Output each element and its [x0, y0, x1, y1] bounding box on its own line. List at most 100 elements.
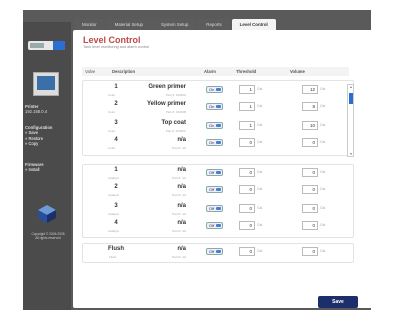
- tab-reports[interactable]: Reports: [198, 19, 230, 30]
- volume-input[interactable]: 8: [302, 102, 318, 111]
- alarm-select[interactable]: Off: [206, 169, 223, 176]
- volume-input[interactable]: 0: [302, 247, 318, 256]
- threshold-input[interactable]: 0: [239, 221, 255, 230]
- tab-monitor[interactable]: Monitor: [74, 19, 105, 30]
- material-name: n/a: [177, 167, 186, 173]
- cube-logo-icon: [38, 205, 56, 223]
- material-name: n/a: [177, 203, 186, 209]
- table-row: 4 Color n/a Part #: n/a On 0 Gal 0 Gal: [82, 137, 354, 154]
- page: Printer 192.168.0.4 Configuration » Save…: [0, 0, 396, 316]
- valve-type: Catalyst: [108, 212, 119, 216]
- tab-level-control[interactable]: Level Control: [231, 19, 276, 30]
- valve-number: 2: [114, 184, 118, 190]
- threshold-input[interactable]: 0: [239, 204, 255, 213]
- material-name: n/a: [177, 184, 186, 190]
- alarm-select[interactable]: On: [206, 86, 223, 93]
- firmware-install-link[interactable]: » Install: [25, 167, 44, 172]
- threshold-input[interactable]: 1: [239, 85, 255, 94]
- valve-number: Flush: [108, 246, 124, 252]
- alarm-select[interactable]: Off: [206, 205, 223, 212]
- page-title: Level Control: [83, 35, 141, 45]
- valve-type: Catalyst: [108, 229, 119, 233]
- volume-unit: Gal: [320, 206, 326, 210]
- material-name: n/a: [177, 246, 186, 252]
- threshold-unit: Gal: [257, 123, 263, 127]
- page-subtitle: Tank level monitoring and alarm control: [83, 45, 150, 49]
- part-number: Part #: 10345B: [165, 110, 186, 114]
- volume-input[interactable]: 0: [302, 221, 318, 230]
- table-row: 3 Color Top coat Part #: 10345C On 1 Gal…: [82, 120, 354, 137]
- volume-unit: Gal: [320, 140, 326, 144]
- threshold-unit: Gal: [257, 87, 263, 91]
- volume-input[interactable]: 0: [302, 185, 318, 194]
- valve-type: Color: [108, 129, 116, 133]
- volume-input[interactable]: 10: [302, 121, 318, 130]
- alarm-value: On: [209, 104, 215, 109]
- material-name: Green primer: [148, 84, 186, 90]
- part-number: Part #: n/a: [172, 212, 186, 216]
- material-name: Top coat: [161, 120, 186, 126]
- alarm-value: Off: [209, 249, 215, 254]
- threshold-input[interactable]: 0: [239, 168, 255, 177]
- part-number: Part #: n/a: [172, 193, 186, 197]
- part-number: Part #: n/a: [172, 176, 186, 180]
- threshold-unit: Gal: [257, 249, 263, 253]
- header-alarm: Alarm: [204, 69, 216, 74]
- save-button[interactable]: Save: [318, 296, 358, 308]
- part-number: Part #: n/a: [172, 146, 186, 150]
- alarm-select[interactable]: Off: [206, 248, 223, 255]
- threshold-input[interactable]: 1: [239, 121, 255, 130]
- alarm-select[interactable]: Off: [206, 186, 223, 193]
- valve-type: Flush: [109, 255, 117, 259]
- alarm-select[interactable]: On: [206, 139, 223, 146]
- tab-material-setup[interactable]: Material Setup: [106, 19, 151, 30]
- volume-unit: Gal: [320, 104, 326, 108]
- volume-input[interactable]: 12: [302, 85, 318, 94]
- valve-number: 4: [114, 220, 118, 226]
- table-row: 2 Catalyst n/a Part #: n/a Off 0 Gal 0 G…: [82, 184, 354, 201]
- table-row: Flush Flush n/a Part #: n/a Off 0 Gal 0 …: [82, 246, 354, 263]
- valve-type: Color: [108, 146, 116, 150]
- alarm-value: On: [209, 123, 215, 128]
- chevron-down-icon: [216, 88, 221, 91]
- alarm-select[interactable]: On: [206, 122, 223, 129]
- chevron-down-icon: [216, 105, 221, 108]
- valve-number: 4: [114, 137, 118, 143]
- threshold-unit: Gal: [257, 140, 263, 144]
- table-row: 1 Catalyst n/a Part #: n/a Off 0 Gal 0 G…: [82, 167, 354, 184]
- threshold-input[interactable]: 1: [239, 102, 255, 111]
- chevron-down-icon: [216, 171, 221, 174]
- alarm-value: Off: [209, 223, 215, 228]
- part-number: Part #: n/a: [172, 255, 186, 259]
- volume-unit: Gal: [320, 123, 326, 127]
- threshold-input[interactable]: 0: [239, 185, 255, 194]
- material-name: n/a: [177, 137, 186, 143]
- material-name: n/a: [177, 220, 186, 226]
- material-name: Yellow primer: [146, 101, 186, 107]
- threshold-input[interactable]: 0: [239, 247, 255, 256]
- threshold-unit: Gal: [257, 187, 263, 191]
- alarm-select[interactable]: Off: [206, 222, 223, 229]
- header-volume: Volume: [290, 69, 305, 74]
- config-copy-link[interactable]: » Copy: [25, 141, 52, 146]
- alarm-value: Off: [209, 187, 215, 192]
- printer-icon: [33, 72, 59, 96]
- alarm-select[interactable]: On: [206, 103, 223, 110]
- valve-number: 1: [114, 84, 118, 90]
- table-row: 1 Color Green primer Part #: 10345A On 1…: [82, 84, 354, 101]
- chevron-down-icon: [216, 124, 221, 127]
- part-number: Part #: 10345C: [165, 129, 186, 133]
- valve-type: Color: [108, 110, 116, 114]
- tab-system-setup[interactable]: System Setup: [152, 19, 197, 30]
- chevron-down-icon: [216, 188, 221, 191]
- volume-input[interactable]: 0: [302, 204, 318, 213]
- alarm-value: On: [209, 87, 215, 92]
- part-number: Part #: 10345A: [165, 93, 186, 97]
- chevron-down-icon: [216, 250, 221, 253]
- volume-input[interactable]: 0: [302, 138, 318, 147]
- valve-type: Catalyst: [108, 176, 119, 180]
- valve-type: Color: [108, 93, 116, 97]
- volume-unit: Gal: [320, 223, 326, 227]
- volume-input[interactable]: 0: [302, 168, 318, 177]
- threshold-input[interactable]: 0: [239, 138, 255, 147]
